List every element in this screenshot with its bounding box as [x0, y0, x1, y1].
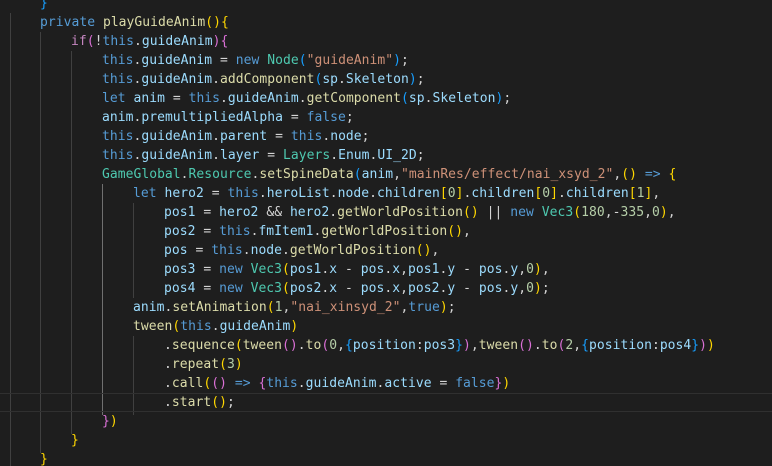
code-line[interactable]: let hero2 = this.heroList.node.children[… [0, 184, 772, 203]
code-line[interactable]: pos3 = new Vec3(pos1.x - pos.x,pos1.y - … [0, 260, 772, 279]
code-line[interactable]: pos = this.node.getWorldPosition(), [0, 241, 772, 260]
code-line[interactable]: this.guideAnim.layer = Layers.Enum.UI_2D… [0, 146, 772, 165]
code-line[interactable]: GameGlobal.Resource.setSpineData(anim,"m… [0, 165, 772, 184]
code-line[interactable]: anim.premultipliedAlpha = false; [0, 108, 772, 127]
code-line[interactable]: this.guideAnim.addComponent(sp.Skeleton)… [0, 70, 772, 89]
code-line[interactable]: pos1 = hero2 && hero2.getWorldPosition()… [0, 203, 772, 222]
line-text: pos3 = new Vec3(pos1.x - pos.x,pos1.y - … [164, 262, 550, 277]
code-line[interactable]: pos4 = new Vec3(pos2.x - pos.x,pos2.y - … [0, 279, 772, 298]
code-line[interactable]: } [0, 431, 772, 450]
code-line[interactable]: this.guideAnim.parent = this.node; [0, 127, 772, 146]
line-text: let hero2 = this.heroList.node.children[… [133, 186, 661, 201]
code-line[interactable]: if(!this.guideAnim){ [0, 32, 772, 51]
code-line[interactable]: let anim = this.guideAnim.getComponent(s… [0, 89, 772, 108]
line-text: } [40, 452, 48, 466]
code-line[interactable]: } [0, 0, 772, 13]
code-line[interactable]: private playGuideAnim(){ [0, 13, 772, 32]
code-editor[interactable]: } private playGuideAnim(){ if(!this.guid… [0, 0, 772, 466]
line-text: anim.setAnimation(1,"nai_xinsyd_2",true)… [133, 300, 456, 315]
line-text: .call(() => {this.guideAnim.active = fal… [164, 376, 511, 391]
code-line[interactable]: anim.setAnimation(1,"nai_xinsyd_2",true)… [0, 298, 772, 317]
line-text: .start(); [164, 395, 235, 410]
code-line[interactable]: } [0, 450, 772, 466]
line-text: let anim = this.guideAnim.getComponent(s… [102, 91, 512, 106]
line-text: GameGlobal.Resource.setSpineData(anim,"m… [102, 167, 677, 182]
code-line[interactable]: pos2 = this.fmItem1.getWorldPosition(), [0, 222, 772, 241]
line-text: } [71, 433, 79, 448]
code-line[interactable]: tween(this.guideAnim) [0, 317, 772, 336]
bracket: } [40, 0, 48, 11]
line-text: }) [102, 414, 118, 429]
code-line[interactable]: }) [0, 412, 772, 431]
line-text: pos = this.node.getWorldPosition(), [164, 243, 440, 258]
line-text: .sequence(tween().to(0,{position:pos3}),… [164, 338, 715, 353]
code-line[interactable]: .sequence(tween().to(0,{position:pos3}),… [0, 336, 772, 355]
line-text: this.guideAnim.layer = Layers.Enum.UI_2D… [102, 148, 425, 163]
line-text: anim.premultipliedAlpha = false; [102, 110, 354, 125]
current-line[interactable]: .start(); [0, 393, 772, 412]
line-text: .repeat(3) [164, 357, 243, 372]
line-text: pos4 = new Vec3(pos2.x - pos.x,pos2.y - … [164, 281, 550, 296]
line-text: private playGuideAnim(){ [40, 15, 229, 30]
code-line[interactable]: this.guideAnim = new Node("guideAnim"); [0, 51, 772, 70]
code-line[interactable]: .call(() => {this.guideAnim.active = fal… [0, 374, 772, 393]
line-text: pos2 = this.fmItem1.getWorldPosition(), [164, 224, 471, 239]
code-line[interactable]: .repeat(3) [0, 355, 772, 374]
line-text: this.guideAnim.addComponent(sp.Skeleton)… [102, 72, 425, 87]
line-text: pos1 = hero2 && hero2.getWorldPosition()… [164, 205, 676, 220]
line-text: this.guideAnim.parent = this.node; [102, 129, 370, 144]
line-text: this.guideAnim = new Node("guideAnim"); [102, 53, 409, 68]
line-text: if(!this.guideAnim){ [71, 34, 229, 49]
line-text: tween(this.guideAnim) [133, 319, 299, 334]
